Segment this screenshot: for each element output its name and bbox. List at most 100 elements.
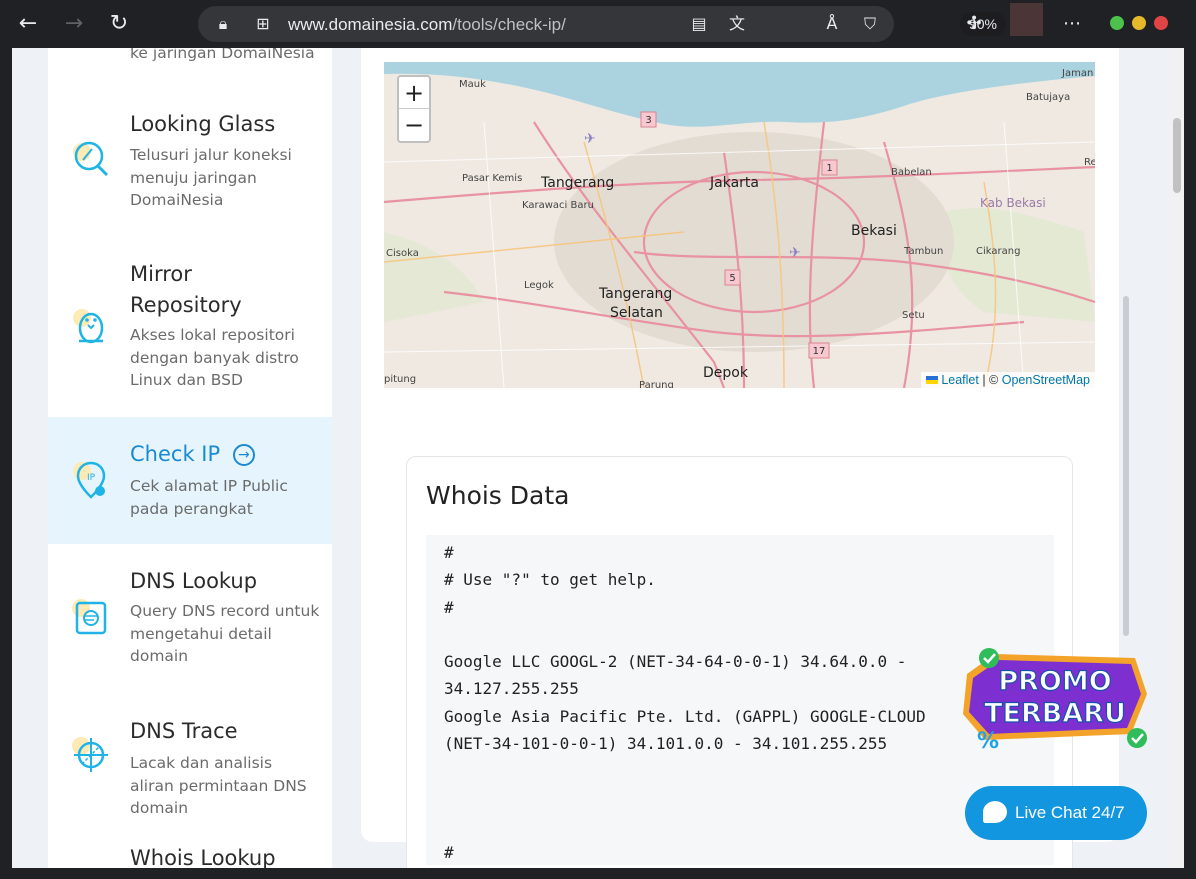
sidebar-item-check-ip[interactable]: IP Check IP → Cek alamat IP Public pada … (48, 417, 332, 544)
road-shield-1: 1 (826, 163, 832, 174)
bookmark-icon[interactable]: ⛉ (859, 13, 881, 35)
immersive-translate-icon[interactable]: Å (821, 13, 843, 35)
whois-line (444, 812, 1036, 839)
map-label: Bekasi (851, 223, 897, 239)
map-label: Tambun (903, 246, 943, 257)
close-window-button[interactable] (1154, 16, 1168, 30)
whois-line: # Use "?" to get help. (444, 570, 656, 590)
promo-badge[interactable]: % PROMO TERBARU (955, 644, 1155, 758)
penguin-icon (73, 309, 104, 344)
ip-location-map[interactable]: 3 1 5 17 Mauk Jaman Batujaya Pasar Kemis… (384, 62, 1095, 388)
leaflet-link[interactable]: Leaflet (941, 373, 979, 387)
minimize-window-button[interactable] (1110, 16, 1124, 30)
whois-line: Google Asia Pacific Pte. Ltd. (GAPPL) GO… (444, 706, 926, 726)
zoom-out-button[interactable]: − (399, 109, 429, 141)
map-label: Kab Bekasi (980, 196, 1046, 210)
back-arrow-icon[interactable]: ← (14, 10, 42, 38)
live-chat-label: Live Chat 24/7 (1015, 803, 1125, 822)
translate-icon[interactable]: 文 (726, 13, 748, 35)
map-label: Cikarang (976, 246, 1020, 257)
page-scrollbar[interactable] (1170, 48, 1184, 868)
map-zoom-control: + − (397, 75, 431, 143)
arrow-right-circle-icon: → (232, 444, 255, 466)
map-label: Batujaya (1026, 92, 1070, 103)
sidebar-item-dns-trace[interactable]: DNS Trace Lacak dan analisis aliran perm… (48, 694, 332, 821)
live-chat-button[interactable]: Live Chat 24/7 (965, 786, 1147, 840)
map-label: Babelan (891, 167, 932, 178)
reload-icon[interactable]: ↻ (105, 10, 133, 38)
svg-text:%: % (977, 729, 999, 754)
forward-arrow-icon[interactable]: → (60, 10, 88, 38)
menu-dots-icon[interactable]: ⋯ (1060, 12, 1084, 36)
whois-heading: Whois Data (426, 481, 570, 510)
whois-line: Google LLC GOOGL-2 (NET-34-64-0-0-1) 34.… (444, 652, 907, 672)
extensions-icon[interactable]: ✣ (962, 12, 986, 36)
whois-line (444, 621, 1036, 648)
map-label: Setu (902, 310, 925, 321)
sidebar-item-desc: ke jaringan DomaiNesia (130, 48, 315, 62)
dns-search-icon (72, 599, 107, 635)
map-label: Jaman (1061, 68, 1093, 79)
road-shield-5: 5 (729, 273, 735, 284)
map-label: Jakarta (709, 175, 759, 191)
crosshair-icon (72, 737, 108, 772)
browser-window: ← → ↻ 🔒︎ ⊞ www.domainesia.com/tools/chec… (0, 0, 1196, 879)
map-label: pitung (384, 374, 416, 385)
map-label: Mauk (459, 79, 486, 90)
scrollbar-thumb[interactable] (1173, 118, 1181, 193)
avatar[interactable] (1010, 3, 1043, 36)
sidebar-item-title: Looking Glass (130, 112, 276, 136)
sidebar-item-desc: Lacak dan analisis aliran permintaan DNS… (130, 754, 307, 817)
zoom-in-button[interactable]: + (399, 77, 429, 109)
site-settings-icon[interactable]: ⊞ (252, 13, 274, 35)
map-label: Ren (1084, 157, 1095, 168)
whois-line: 34.127.255.255 (444, 679, 579, 699)
map-attribution: Leaflet | © OpenStreetMap (920, 372, 1095, 388)
sidebar-item-title: Check IP → (130, 439, 255, 470)
sidebar-item-looking-glass[interactable]: Looking Glass Telusuri jalur koneksi men… (48, 96, 332, 246)
browser-toolbar: ← → ↻ 🔒︎ ⊞ www.domainesia.com/tools/chec… (0, 0, 1196, 48)
sidebar-item-desc: Telusuri jalur koneksi menuju jaringan D… (130, 146, 292, 209)
map-label: Tangerang (598, 286, 672, 302)
sidebar-item-title: Whois Lookup (130, 846, 276, 868)
sidebar-item-desc: Cek alamat IP Public pada perangkat (130, 477, 288, 518)
sidebar-item-title: Mirror Repository (130, 262, 242, 317)
airport-icon: ✈ (789, 244, 801, 260)
maximize-window-button[interactable] (1132, 16, 1146, 30)
sidebar-item-title: DNS Trace (130, 719, 238, 743)
looking-glass-icon (73, 141, 109, 177)
chat-bubble-icon (983, 801, 1007, 823)
whois-line: # (444, 843, 454, 863)
url-text[interactable]: www.domainesia.com/tools/check-ip/ (288, 15, 566, 35)
lock-icon[interactable]: 🔒︎ (212, 13, 234, 35)
content-scrollbar[interactable] (1123, 296, 1129, 636)
whois-line: (NET-34-101-0-0-1) 34.101.0.0 - 34.101.2… (444, 734, 888, 754)
whois-line: # (444, 543, 454, 562)
road-shield-17: 17 (813, 346, 826, 357)
reader-view-icon[interactable]: ▤ (688, 13, 710, 35)
whois-line (444, 785, 1036, 812)
sidebar-item-partial[interactable]: ke jaringan DomaiNesia (48, 48, 332, 62)
url-host: www.domainesia.com (288, 15, 453, 34)
map-tiles[interactable]: 3 1 5 17 Mauk Jaman Batujaya Pasar Kemis… (384, 62, 1095, 388)
address-bar[interactable]: 🔒︎ ⊞ www.domainesia.com/tools/check-ip/ … (198, 6, 1006, 42)
tools-sidebar: ke jaringan DomaiNesia Looking Glass Tel… (48, 48, 332, 868)
promo-sticker-graphic: % PROMO TERBARU (963, 648, 1147, 754)
attribution-separator: | © (978, 373, 1002, 387)
sidebar-item-title-text: Check IP (130, 442, 221, 466)
sidebar-item-dns-lookup[interactable]: DNS Lookup Query DNS record untuk menget… (48, 544, 332, 694)
road-shield-3: 3 (645, 115, 651, 126)
url-path: /tools/check-ip/ (452, 15, 566, 34)
openstreetmap-link[interactable]: OpenStreetMap (1002, 373, 1090, 387)
map-label: Legok (524, 280, 554, 291)
sidebar-item-title: DNS Lookup (130, 569, 258, 593)
ukraine-flag-icon (925, 376, 938, 384)
promo-line1: PROMO (998, 666, 1111, 697)
sidebar-item-mirror-repository[interactable]: Mirror Repository Akses lokal repositori… (48, 246, 332, 417)
map-label: Depok (703, 365, 749, 381)
map-label: Tangerang (540, 175, 614, 191)
whois-line (444, 757, 1036, 784)
sidebar-item-whois-lookup[interactable]: Whois Lookup (48, 821, 332, 868)
whois-line: # (444, 597, 454, 617)
sidebar-item-desc: Query DNS record untuk mengetahui detail… (130, 602, 320, 665)
